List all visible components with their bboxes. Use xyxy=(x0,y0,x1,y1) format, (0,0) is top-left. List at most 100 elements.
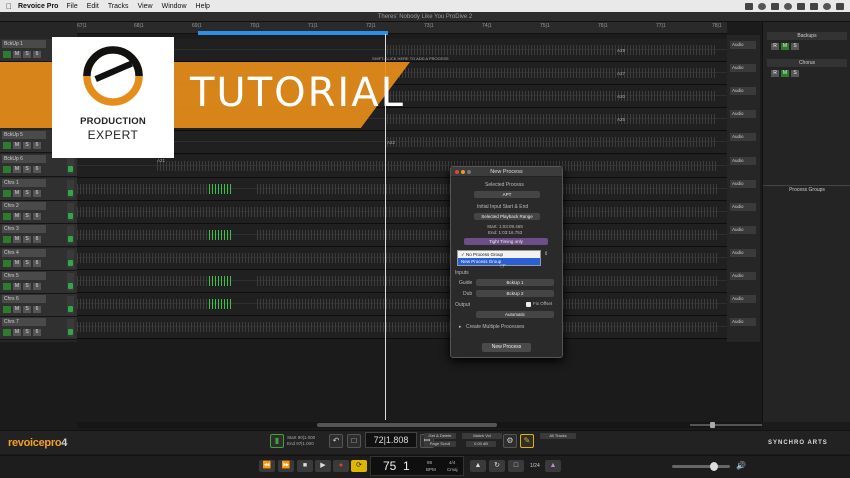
menu-help[interactable]: Help xyxy=(196,3,210,10)
wifi-icon[interactable] xyxy=(797,2,805,10)
return-icon[interactable]: ↶ xyxy=(329,434,343,448)
track-lane[interactable] xyxy=(77,293,727,316)
record-enable-button[interactable] xyxy=(3,51,11,58)
track-header[interactable]: Chrs 2 MS6 xyxy=(0,201,77,224)
group-title-chorus[interactable]: Chorus xyxy=(767,59,847,67)
track-level-meter[interactable] xyxy=(67,296,74,314)
track-name[interactable]: Chrs 7 xyxy=(2,318,46,326)
track-number-button[interactable]: 6 xyxy=(33,51,41,58)
track-name[interactable]: BckUp 1 xyxy=(2,40,46,48)
track-number-button[interactable]: 6 xyxy=(33,236,41,243)
track-header[interactable]: Chrs 3 MS6 xyxy=(0,224,77,247)
audio-clip[interactable] xyxy=(77,276,207,286)
track-lane[interactable] xyxy=(77,316,727,339)
menu-view[interactable]: View xyxy=(138,3,153,10)
selected-process-select[interactable]: APT xyxy=(474,191,540,198)
dialog-titlebar[interactable]: New Process xyxy=(451,167,562,177)
mute-button[interactable]: M xyxy=(13,190,21,197)
track-header[interactable]: Chrs 5 MS6 xyxy=(0,271,77,294)
audio-clip[interactable] xyxy=(387,137,717,147)
search-icon[interactable] xyxy=(823,2,831,10)
minimize-icon[interactable] xyxy=(461,170,465,174)
scrollbar-thumb[interactable] xyxy=(317,423,497,427)
track-level-meter[interactable] xyxy=(67,273,74,291)
record-enable-button[interactable] xyxy=(3,142,11,149)
popup-arrow-icon[interactable]: ⇕ xyxy=(544,251,548,257)
close-icon[interactable] xyxy=(455,170,459,174)
count-in-icon[interactable]: □ xyxy=(508,460,524,472)
track-number-button[interactable]: 6 xyxy=(33,306,41,313)
output-select[interactable]: Audio xyxy=(730,318,756,326)
edit-mode-select[interactable]: Get & Delete xyxy=(424,433,456,439)
group-mute-button[interactable]: M xyxy=(781,70,789,77)
track-level-meter[interactable] xyxy=(67,226,74,244)
record-enable-button[interactable] xyxy=(3,283,11,290)
track-header[interactable]: Chrs 1 MS6 xyxy=(0,178,77,201)
fix-offset-checkbox[interactable] xyxy=(526,302,531,307)
output-select[interactable]: Audio xyxy=(730,64,756,72)
audio-clip[interactable] xyxy=(77,207,717,217)
audio-clip-selected[interactable] xyxy=(209,276,231,286)
track-name[interactable]: Chrs 2 xyxy=(2,202,46,210)
audio-clip[interactable] xyxy=(77,322,717,332)
track-number-button[interactable]: 6 xyxy=(33,260,41,267)
popup-item-new-group[interactable]: New Process Group xyxy=(458,258,540,265)
match-vol-select[interactable]: Match Vol xyxy=(462,433,502,439)
range-select[interactable]: Selected Playback Range xyxy=(474,213,540,220)
track-lane[interactable]: A21 xyxy=(77,155,727,178)
solo-button[interactable]: S xyxy=(23,51,31,58)
solo-button[interactable]: S xyxy=(23,213,31,220)
audio-clip[interactable] xyxy=(387,68,717,78)
mute-button[interactable]: M xyxy=(13,283,21,290)
track-scope-select[interactable]: All Tracks xyxy=(540,433,576,439)
status-icon[interactable] xyxy=(771,2,779,10)
zoom-icon[interactable] xyxy=(467,170,471,174)
fast-forward-button[interactable]: ⏩ xyxy=(278,460,294,472)
group-mute-button[interactable]: M xyxy=(781,43,789,50)
track-name[interactable]: Chrs 4 xyxy=(2,249,46,257)
solo-button[interactable]: S xyxy=(23,260,31,267)
snap-value[interactable]: 1/24 xyxy=(530,463,540,469)
output-select[interactable]: Audio xyxy=(730,249,756,257)
output-select[interactable]: Audio xyxy=(730,272,756,280)
track-level-meter[interactable] xyxy=(67,250,74,268)
record-enable-button[interactable] xyxy=(3,306,11,313)
group-solo-button[interactable]: S xyxy=(791,70,799,77)
stop-button[interactable]: ■ xyxy=(297,460,313,472)
track-lane[interactable] xyxy=(77,178,727,201)
menu-window[interactable]: Window xyxy=(162,3,187,10)
pencil-icon[interactable]: ✎ xyxy=(520,434,534,448)
menu-edit[interactable]: Edit xyxy=(87,3,99,10)
track-level-meter[interactable] xyxy=(67,156,74,174)
record-enable-button[interactable] xyxy=(3,260,11,267)
mute-button[interactable]: M xyxy=(13,306,21,313)
output-select[interactable]: Audio xyxy=(730,226,756,234)
mute-button[interactable]: M xyxy=(13,166,21,173)
disclosure-triangle-icon[interactable]: ▸ xyxy=(459,324,462,330)
audio-clip[interactable] xyxy=(387,114,717,124)
track-number-button[interactable]: 6 xyxy=(33,190,41,197)
mute-button[interactable]: M xyxy=(13,236,21,243)
track-header[interactable]: Chrs 4 MS6 xyxy=(0,248,77,271)
audio-clip[interactable] xyxy=(77,184,207,194)
solo-button[interactable]: S xyxy=(23,329,31,336)
group-record-button[interactable]: R xyxy=(771,70,779,77)
rewind-button[interactable]: ⏪ xyxy=(259,460,275,472)
output-select[interactable]: Audio xyxy=(730,157,756,165)
track-level-meter[interactable] xyxy=(67,180,74,198)
range-icon[interactable]: ▮ xyxy=(270,434,284,448)
new-process-button[interactable]: New Process xyxy=(482,343,531,352)
track-lane[interactable] xyxy=(77,201,727,224)
mute-button[interactable]: M xyxy=(13,142,21,149)
output-select[interactable]: Audio xyxy=(730,87,756,95)
output-select[interactable]: Audio xyxy=(730,295,756,303)
record-enable-button[interactable] xyxy=(3,213,11,220)
speaker-icon[interactable]: 🔊 xyxy=(736,461,746,470)
status-icon[interactable] xyxy=(745,2,753,10)
record-enable-button[interactable] xyxy=(3,236,11,243)
output-select[interactable]: Audio xyxy=(730,41,756,49)
pre-roll-icon[interactable]: ↻ xyxy=(489,460,505,472)
zoom-slider[interactable] xyxy=(690,422,762,428)
audio-clip[interactable] xyxy=(77,230,207,240)
dub-select[interactable]: BckUp 2 xyxy=(476,290,554,297)
